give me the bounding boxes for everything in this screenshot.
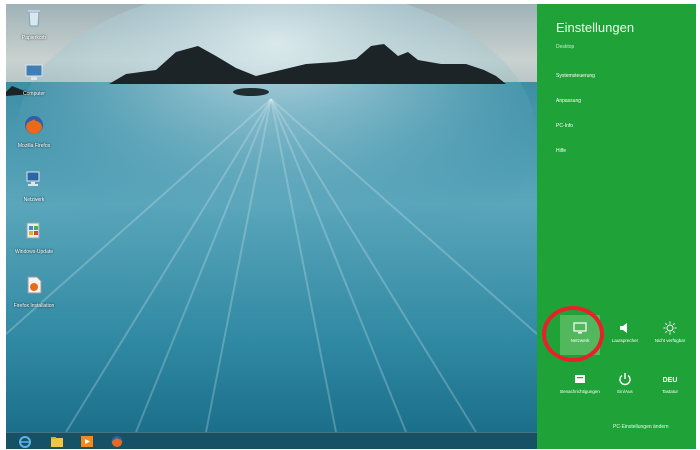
pc-settings-link[interactable]: PC-Einstellungen ändern: [613, 424, 669, 430]
menu-item-control-panel[interactable]: Systemsteuerung: [556, 73, 595, 79]
tile-notifications[interactable]: Benachrichtigungen: [560, 366, 600, 406]
firefox-icon: [25, 116, 43, 134]
desktop-icon-firefox[interactable]: Mozilla Firefox: [6, 114, 62, 149]
windows-update-icon: [26, 222, 40, 239]
speaker-icon: [620, 323, 627, 333]
menu-item-pc-info[interactable]: PC-Info: [556, 123, 573, 129]
desktop-icon-windows-update[interactable]: Windows-Update: [6, 220, 62, 255]
internet-explorer-icon[interactable]: [18, 435, 32, 448]
computer-icon: [25, 64, 43, 80]
settings-charm-panel: Einstellungen Desktop Systemsteuerung An…: [537, 4, 696, 449]
charm-subtitle: Desktop: [556, 44, 575, 50]
desktop-icon-label: Mozilla Firefox: [17, 143, 51, 149]
charm-title: Einstellungen: [556, 20, 635, 35]
desktop-icon-label: Firefox Installation: [13, 303, 55, 309]
menu-item-help[interactable]: Hilfe: [556, 148, 566, 154]
desktop-screen: Papierkorb Computer Mozilla Firefox Netz…: [6, 4, 696, 449]
keyboard-icon: DEU: [663, 377, 677, 384]
taskbar: [6, 432, 537, 449]
tile-label: Ein/Aus: [617, 389, 633, 394]
seascape-wallpaper: [6, 4, 537, 432]
firefox-icon[interactable]: [110, 435, 124, 448]
desktop-icon-label: Netzwerk: [23, 197, 45, 203]
svg-text:DEU: DEU: [663, 377, 677, 384]
desktop-icon-firefox-installer[interactable]: Firefox Installation: [6, 274, 62, 309]
tile-brightness[interactable]: Nicht verfügbar: [650, 315, 690, 355]
highlight-ring-annotation: [542, 306, 604, 362]
file-explorer-icon[interactable]: [50, 435, 64, 448]
media-player-icon[interactable]: [80, 435, 94, 448]
desktop-icon-label: Windows-Update: [14, 249, 54, 255]
desktop-wallpaper: [6, 4, 537, 432]
desktop-icon-network[interactable]: Netzwerk: [6, 168, 62, 203]
installer-icon: [27, 276, 42, 294]
power-icon: [619, 373, 631, 386]
desktop-icon-recycle-bin[interactable]: Papierkorb: [6, 6, 62, 41]
notifications-icon: [575, 375, 585, 383]
desktop-icon-label: Papierkorb: [21, 35, 47, 41]
tile-label: Nicht verfügbar: [654, 338, 686, 343]
recycle-bin-icon: [28, 10, 40, 27]
desktop-icon-label: Computer: [23, 91, 45, 97]
tile-label: Tastatur: [661, 389, 678, 394]
desktop-icon-computer[interactable]: Computer: [6, 62, 62, 97]
menu-item-personalization[interactable]: Anpassung: [556, 98, 581, 104]
tile-speaker[interactable]: Lautsprecher: [605, 315, 645, 355]
brightness-icon: [663, 321, 677, 335]
tile-label: Benachrichtigungen: [560, 389, 600, 394]
network-icon: [26, 171, 40, 186]
tile-label: Lautsprecher: [611, 338, 639, 343]
tile-power[interactable]: Ein/Aus: [605, 366, 645, 406]
tile-keyboard[interactable]: DEU Tastatur: [650, 366, 690, 406]
